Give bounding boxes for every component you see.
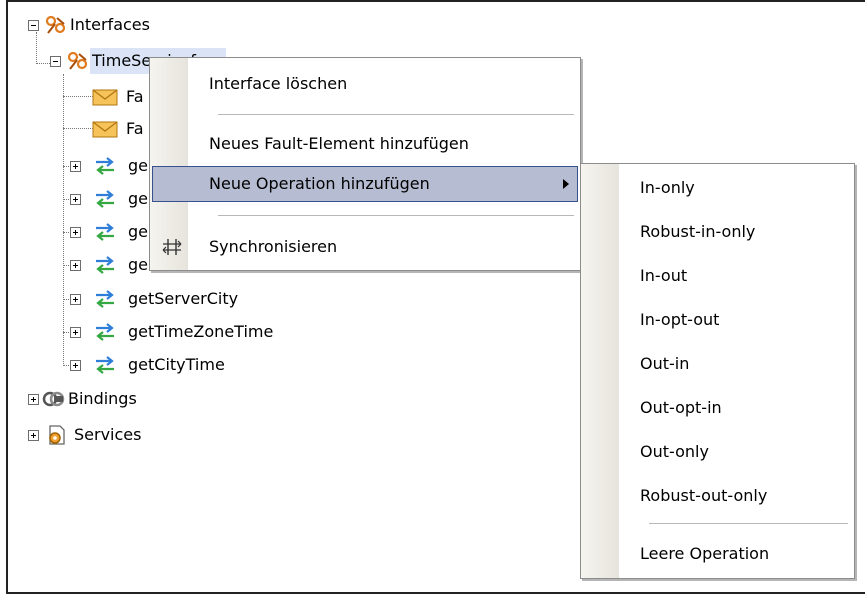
expand-toggle[interactable] [70,161,81,172]
menu-item-delete-interface[interactable]: Interface löschen [152,67,578,101]
tree-label: getTimeZoneTime [128,322,274,341]
tree-connector [36,32,37,62]
tree-label: ge [128,156,148,175]
tree-label: Fa [126,119,144,138]
expand-toggle[interactable] [70,360,81,371]
menu-item-new-operation[interactable]: Neue Operation hinzufügen [152,166,578,202]
expand-toggle[interactable] [70,194,81,205]
synchronize-icon [162,239,182,255]
tree-label: Fa [126,87,144,106]
submenu-item-robust-out-only[interactable]: Robust-out-only [583,479,852,513]
operation-arrows-icon [96,356,114,374]
tree-connector [36,63,50,64]
collapse-toggle[interactable] [50,56,61,67]
menu-item-label: Neue Operation hinzufügen [209,174,430,193]
operation-arrows-icon [96,323,114,341]
submenu-item-out-only[interactable]: Out-only [583,435,852,469]
envelope-icon [92,121,118,138]
tree-connector [63,74,64,366]
submenu-item-in-opt-out[interactable]: In-opt-out [583,303,852,337]
menu-item-label: Interface löschen [209,74,348,93]
expand-toggle[interactable] [70,327,81,338]
tree-label: ge [128,222,148,241]
expand-toggle[interactable] [70,227,81,238]
submenu-item-empty-operation[interactable]: Leere Operation [583,537,852,571]
operation-type-submenu: In-only Robust-in-only In-out In-opt-out… [580,163,855,579]
submenu-arrow-icon [563,179,569,189]
expand-toggle[interactable] [28,430,39,441]
tree-label: ge [128,189,148,208]
menu-item-synchronize[interactable]: Synchronisieren [152,230,578,264]
menu-item-label: Robust-in-only [640,222,756,241]
operation-arrows-icon [96,223,114,241]
menu-item-label: Synchronisieren [209,237,338,256]
menu-item-add-fault[interactable]: Neues Fault-Element hinzufügen [152,127,578,161]
operation-arrows-icon [96,290,114,308]
menu-item-label: In-only [640,178,695,197]
operation-arrows-icon [96,256,114,274]
menu-item-label: Neues Fault-Element hinzufügen [209,134,469,153]
tree-label: getServerCity [128,289,239,308]
submenu-item-out-opt-in[interactable]: Out-opt-in [583,391,852,425]
tree-label: Interfaces [70,15,150,34]
menu-item-label: In-opt-out [640,310,720,329]
menu-item-label: Out-only [640,442,709,461]
menu-item-label: Robust-out-only [640,486,768,505]
menu-item-label: Out-in [640,354,690,373]
menu-item-label: Out-opt-in [640,398,722,417]
tree-connector [63,128,93,129]
services-icon [49,425,65,445]
expand-toggle[interactable] [28,394,39,405]
menu-separator [218,215,574,216]
operation-arrows-icon [96,157,114,175]
menu-item-label: In-out [640,266,688,285]
menu-item-label: Leere Operation [640,544,770,563]
bindings-icon [42,391,65,407]
menu-separator [649,523,848,524]
submenu-item-robust-in-only[interactable]: Robust-in-only [583,215,852,249]
interface-icon [67,51,88,70]
expand-toggle[interactable] [70,260,81,271]
tree-label: ge [128,255,148,274]
tree-label: Bindings [68,389,137,408]
collapse-toggle[interactable] [28,20,39,31]
menu-separator [218,114,574,115]
tree-label: Services [74,425,142,444]
submenu-item-in-only[interactable]: In-only [583,171,852,205]
tree-label: getCityTime [128,355,225,374]
submenu-item-out-in[interactable]: Out-in [583,347,852,381]
envelope-icon [92,89,118,106]
operation-arrows-icon [96,190,114,208]
context-menu: Interface löschen Neues Fault-Element hi… [149,57,581,271]
interface-icon [45,15,66,34]
tree-connector [63,96,93,97]
expand-toggle[interactable] [70,294,81,305]
submenu-item-in-out[interactable]: In-out [583,259,852,293]
